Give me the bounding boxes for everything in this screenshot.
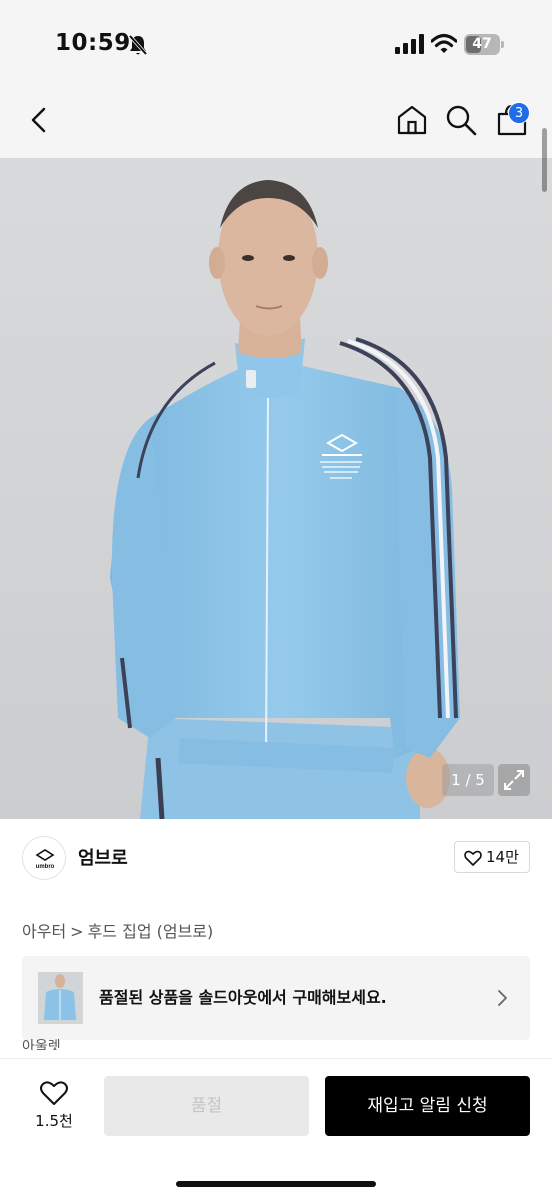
signal-icon: [395, 34, 424, 54]
heart-icon: [40, 1081, 68, 1105]
heart-icon: [464, 850, 482, 866]
brand-like-button[interactable]: 14만: [454, 841, 530, 873]
breadcrumb-separator: >: [70, 922, 84, 941]
chevron-right-icon: [498, 990, 507, 1006]
home-icon[interactable]: [395, 103, 429, 137]
breadcrumb-item-hood-zipup[interactable]: 후드 집업 (엄브로): [88, 922, 214, 941]
brand-like-count: 14만: [486, 848, 519, 866]
soldout-button: 품절: [104, 1076, 309, 1136]
status-time: 10:59: [55, 30, 131, 56]
outlet-label: 아울렛: [22, 1039, 61, 1050]
cart-count-badge: 3: [508, 102, 530, 124]
product-image[interactable]: [0, 158, 552, 819]
product-photo: [0, 158, 552, 819]
image-counter: 1 / 5: [442, 764, 494, 796]
brand-logo[interactable]: umbro: [22, 836, 66, 880]
umbro-logo-icon: umbro: [35, 849, 55, 870]
breadcrumb: 아우터 > 후드 집업 (엄브로): [22, 918, 213, 942]
bell-off-icon: [128, 34, 148, 56]
breadcrumb-item-outer[interactable]: 아우터: [22, 922, 66, 941]
status-bar: 10:59 47: [0, 0, 552, 92]
soldout-banner-text: 품절된 상품을 솔드아웃에서 구매해보세요.: [99, 988, 387, 1007]
wishlist-button[interactable]: 1.5천: [22, 1076, 86, 1136]
scrollbar[interactable]: [542, 128, 547, 192]
app-header: 3: [0, 92, 552, 158]
back-icon[interactable]: [24, 104, 56, 136]
wishlist-count: 1.5천: [35, 1112, 73, 1130]
brand-name[interactable]: 엄브로: [78, 844, 128, 870]
search-icon[interactable]: [444, 103, 478, 137]
home-indicator[interactable]: [176, 1181, 376, 1187]
battery-indicator: 47: [464, 34, 504, 55]
battery-level-text: 47: [472, 36, 492, 52]
svg-text:umbro: umbro: [36, 864, 55, 870]
soldout-banner[interactable]: 품절된 상품을 솔드아웃에서 구매해보세요.: [22, 956, 530, 1040]
wifi-icon: [431, 33, 457, 53]
restock-alert-button[interactable]: 재입고 알림 신청: [325, 1076, 530, 1136]
banner-thumbnail: [38, 972, 83, 1024]
expand-icon[interactable]: [498, 764, 530, 796]
